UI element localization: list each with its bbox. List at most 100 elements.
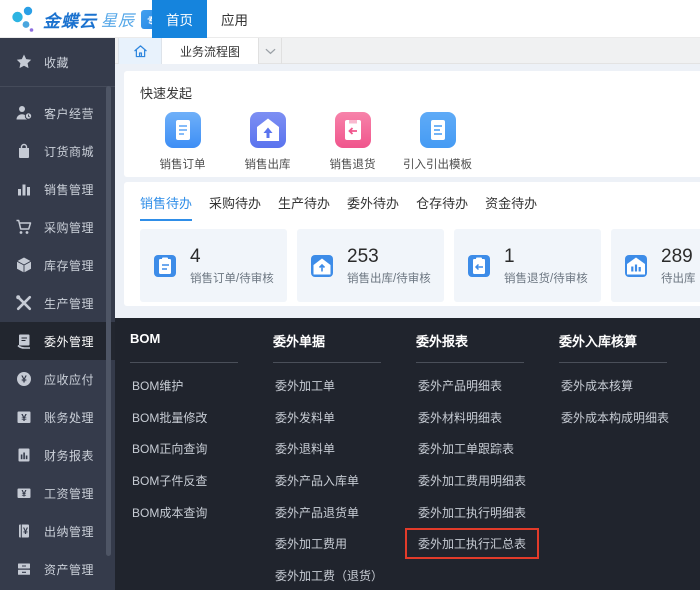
tab-dropdown-button[interactable] <box>258 38 282 64</box>
menu-item-label: 委外加工执行明细表 <box>405 497 539 528</box>
menu-column-委外入库核算: 委外入库核算委外成本核算委外成本构成明细表 <box>559 331 700 590</box>
quick-launch-label: 销售退货 <box>330 156 376 172</box>
menu-item-委外材料明细表[interactable]: 委外材料明细表 <box>416 402 559 434</box>
menu-item-label: BOM成本查询 <box>119 497 220 528</box>
salary-icon: ¥ <box>15 484 33 502</box>
stat-value: 253 <box>347 246 431 267</box>
todo-tab-资金待办[interactable]: 资金待办 <box>485 193 537 221</box>
stat-value: 4 <box>190 246 274 267</box>
brand-sub-name: 星辰 <box>101 7 135 31</box>
sidebar-item-订货商城[interactable]: 订货商城 <box>0 132 115 170</box>
menu-column-委外单据: 委外单据委外加工单委外发料单委外退料单委外产品入库单委外产品退货单委外加工费用委… <box>273 331 416 590</box>
sidebar-item-label: 资产管理 <box>44 561 94 578</box>
menu-item-委外成本构成明细表[interactable]: 委外成本构成明细表 <box>559 402 700 434</box>
quick-launch-label: 销售订单 <box>160 156 206 172</box>
sidebar-item-收藏[interactable]: 收藏 <box>0 41 115 83</box>
quick-launch-销售退货[interactable]: 销售退货 <box>310 112 395 172</box>
sidebar-item-label: 出纳管理 <box>44 523 94 540</box>
stat-text: 289待出库 <box>661 246 696 286</box>
sidebar-item-label: 账务处理 <box>44 409 94 426</box>
menu-item-委外加工单[interactable]: 委外加工单 <box>273 370 416 402</box>
stat-value: 289 <box>661 246 696 267</box>
sidebar-item-应收应付[interactable]: ¥应收应付 <box>0 360 115 398</box>
menu-item-label: BOM批量修改 <box>119 402 220 433</box>
sidebar-item-生产管理[interactable]: 生产管理 <box>0 284 115 322</box>
menu-item-BOM子件反查[interactable]: BOM子件反查 <box>130 465 273 497</box>
todo-tab-生产待办[interactable]: 生产待办 <box>278 193 330 221</box>
warehouse-icon <box>250 112 286 148</box>
menu-column-divider <box>416 362 524 363</box>
menu-item-label: 委外成本构成明细表 <box>548 402 682 433</box>
quick-launch-row: 销售订单 销售出库销售退货 引入引出模板 <box>140 112 700 172</box>
quick-launch-引入引出模板[interactable]: 引入引出模板 <box>395 112 480 172</box>
menu-item-委外加工单跟踪表[interactable]: 委外加工单跟踪表 <box>416 433 559 465</box>
quick-launch-销售出库[interactable]: 销售出库 <box>225 112 310 172</box>
sidebar-item-财务报表[interactable]: 财务报表 <box>0 436 115 474</box>
menu-column-header: 委外报表 <box>416 331 559 353</box>
sidebar-scrollbar[interactable] <box>106 86 111 556</box>
menu-item-label: 委外加工费用 <box>262 528 360 559</box>
customer-icon <box>15 104 33 122</box>
sidebar-item-库存管理[interactable]: 库存管理 <box>0 246 115 284</box>
sidebar-item-出纳管理[interactable]: ¥ 出纳管理 <box>0 512 115 550</box>
menu-item-label: 委外加工执行汇总表 <box>405 528 539 559</box>
sidebar-item-委外管理[interactable]: 委外管理 <box>0 322 115 360</box>
todo-tab-委外待办[interactable]: 委外待办 <box>347 193 399 221</box>
menu-item-BOM正向查询[interactable]: BOM正向查询 <box>130 433 273 465</box>
menu-item-委外产品退货单[interactable]: 委外产品退货单 <box>273 496 416 528</box>
sidebar-item-销售管理[interactable]: 销售管理 <box>0 170 115 208</box>
outsource-icon <box>15 332 33 350</box>
stat-card-销售出库/待审核[interactable]: 253销售出库/待审核 <box>297 229 444 302</box>
sidebar-item-客户经营[interactable]: 客户经营 <box>0 94 115 132</box>
sidebar-item-资产管理[interactable]: 资产管理 <box>0 550 115 588</box>
house-up-icon <box>309 253 335 279</box>
sidebar-item-label: 应收应付 <box>44 371 94 388</box>
stat-card-销售退货/待审核[interactable]: 1销售退货/待审核 <box>454 229 601 302</box>
home-tab[interactable] <box>118 38 162 64</box>
quick-launch-card: 快速发起 销售订单销售出库销售退货引入引出模板 <box>124 71 700 177</box>
menu-column-divider <box>559 362 667 363</box>
stat-card-待出库[interactable]: 289待出库 <box>611 229 700 302</box>
menu-item-label: 委外产品入库单 <box>262 465 372 496</box>
todo-tab-销售待办[interactable]: 销售待办 <box>140 193 192 221</box>
sidebar-item-label: 销售管理 <box>44 181 94 198</box>
todo-tab-仓存待办[interactable]: 仓存待办 <box>416 193 468 221</box>
clipboard-lines-icon <box>152 253 178 279</box>
cash-icon: ¥ <box>15 408 33 426</box>
sidebar-item-账务处理[interactable]: ¥ 账务处理 <box>0 398 115 436</box>
menu-item-委外加工费用明细表[interactable]: 委外加工费用明细表 <box>416 465 559 497</box>
menu-column-header: BOM <box>130 331 273 353</box>
menu-item-label: BOM正向查询 <box>119 433 220 464</box>
quick-launch-销售订单[interactable]: 销售订单 <box>140 112 225 172</box>
menu-item-委外加工费（退货）[interactable]: 委外加工费（退货） <box>273 560 416 591</box>
tab-business-flow[interactable]: 业务流程图 <box>162 38 258 64</box>
menu-item-label: 委外材料明细表 <box>405 402 515 433</box>
sidebar-item-采购管理[interactable]: 采购管理 <box>0 208 115 246</box>
menu-item-委外加工执行明细表[interactable]: 委外加工执行明细表 <box>416 496 559 528</box>
menu-item-BOM批量修改[interactable]: BOM批量修改 <box>130 402 273 434</box>
sidebar-item-工资管理[interactable]: ¥工资管理 <box>0 474 115 512</box>
menu-item-委外产品入库单[interactable]: 委外产品入库单 <box>273 465 416 497</box>
menu-item-委外加工费用[interactable]: 委外加工费用 <box>273 528 416 560</box>
todo-tabs: 销售待办采购待办生产待办委外待办仓存待办资金待办 <box>140 193 700 221</box>
menu-item-委外退料单[interactable]: 委外退料单 <box>273 433 416 465</box>
star-icon <box>15 53 33 71</box>
todo-tab-采购待办[interactable]: 采购待办 <box>209 193 261 221</box>
app-header: 金蝶云 星辰 专业版 首页应用 <box>0 0 700 38</box>
header-tab-应用[interactable]: 应用 <box>207 0 262 38</box>
svg-text:¥: ¥ <box>21 413 27 424</box>
svg-text:¥: ¥ <box>21 489 26 499</box>
menu-item-BOM维护[interactable]: BOM维护 <box>130 370 273 402</box>
sidebar-nav: 收藏客户经营订货商城销售管理采购管理库存管理生产管理委外管理¥应收应付¥账务处理… <box>0 38 115 590</box>
teller-icon: ¥ <box>15 522 33 540</box>
menu-item-委外成本核算[interactable]: 委外成本核算 <box>559 370 700 402</box>
menu-item-委外产品明细表[interactable]: 委外产品明细表 <box>416 370 559 402</box>
page-tab-strip: 业务流程图 <box>115 38 700 64</box>
menu-column-header: 委外入库核算 <box>559 331 700 353</box>
menu-item-委外发料单[interactable]: 委外发料单 <box>273 402 416 434</box>
stat-card-销售订单/待审核[interactable]: 4销售订单/待审核 <box>140 229 287 302</box>
menu-item-BOM成本查询[interactable]: BOM成本查询 <box>130 496 273 528</box>
header-tab-首页[interactable]: 首页 <box>152 0 207 38</box>
menu-item-委外加工执行汇总表[interactable]: 委外加工执行汇总表 <box>416 528 559 560</box>
menu-column-委外报表: 委外报表委外产品明细表委外材料明细表委外加工单跟踪表委外加工费用明细表委外加工执… <box>416 331 559 590</box>
